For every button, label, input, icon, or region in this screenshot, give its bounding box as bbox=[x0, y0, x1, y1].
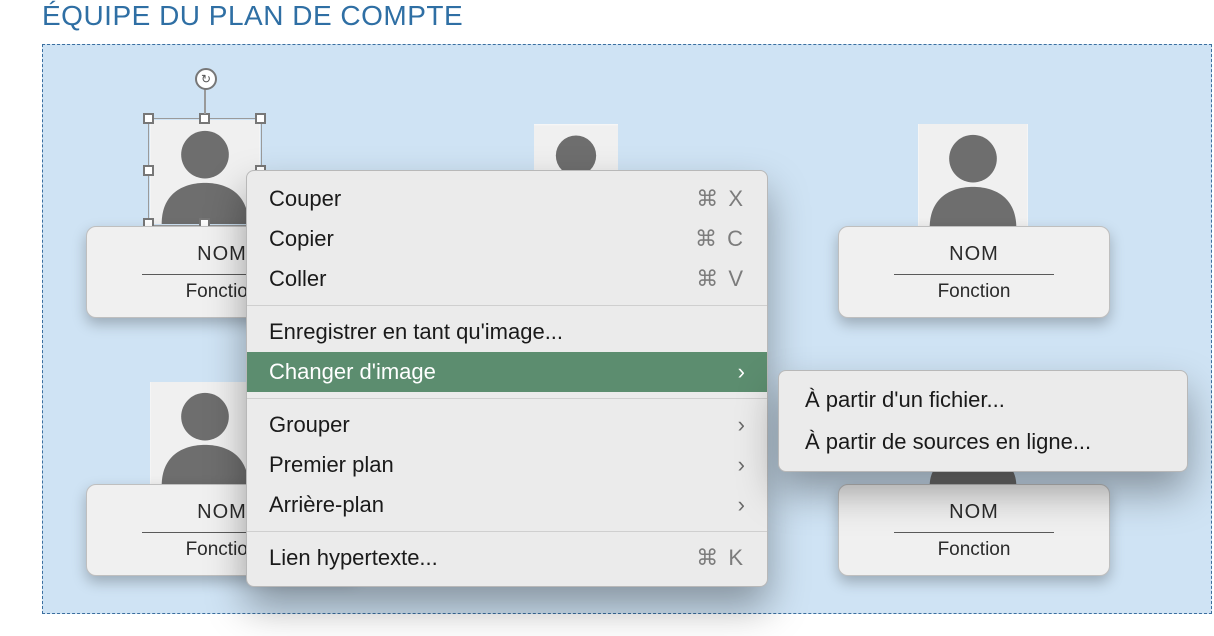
card-name: NOM bbox=[839, 243, 1109, 266]
menu-item-hyperlink[interactable]: Lien hypertexte... ⌘ K bbox=[247, 538, 767, 578]
card-name: NOM bbox=[839, 501, 1109, 524]
avatar-placeholder[interactable] bbox=[918, 124, 1028, 228]
submenu-item-from-file[interactable]: À partir d'un fichier... bbox=[779, 379, 1187, 421]
menu-shortcut: ⌘ K bbox=[696, 545, 745, 571]
menu-shortcut: ⌘ V bbox=[696, 266, 745, 292]
avatar-placeholder[interactable] bbox=[150, 382, 260, 486]
menu-item-save-as-image[interactable]: Enregistrer en tant qu'image... bbox=[247, 312, 767, 352]
person-card[interactable]: NOM Fonction bbox=[838, 226, 1110, 318]
menu-label: Lien hypertexte... bbox=[269, 545, 438, 571]
menu-label: Arrière-plan bbox=[269, 492, 384, 518]
person-icon bbox=[150, 382, 260, 486]
menu-label: Couper bbox=[269, 186, 341, 212]
menu-item-bring-front[interactable]: Premier plan › bbox=[247, 445, 767, 485]
menu-item-send-back[interactable]: Arrière-plan › bbox=[247, 485, 767, 525]
menu-label: Enregistrer en tant qu'image... bbox=[269, 319, 563, 345]
menu-item-cut[interactable]: Couper ⌘ X bbox=[247, 179, 767, 219]
menu-label: Changer d'image bbox=[269, 359, 436, 385]
context-submenu-change-image: À partir d'un fichier... À partir de sou… bbox=[778, 370, 1188, 472]
menu-item-change-image[interactable]: Changer d'image › bbox=[247, 352, 767, 392]
chevron-right-icon: › bbox=[738, 452, 745, 478]
menu-item-group[interactable]: Grouper › bbox=[247, 405, 767, 445]
card-role: Fonction bbox=[839, 281, 1109, 303]
person-icon bbox=[918, 124, 1028, 228]
menu-label: Grouper bbox=[269, 412, 350, 438]
menu-item-paste[interactable]: Coller ⌘ V bbox=[247, 259, 767, 299]
menu-shortcut: ⌘ C bbox=[695, 226, 745, 252]
chevron-right-icon: › bbox=[738, 359, 745, 385]
menu-label: À partir de sources en ligne... bbox=[805, 429, 1091, 455]
person-card[interactable]: NOM Fonction bbox=[838, 484, 1110, 576]
submenu-item-from-online[interactable]: À partir de sources en ligne... bbox=[779, 421, 1187, 463]
rotate-handle[interactable]: ↻ bbox=[195, 68, 217, 90]
selected-image-wrapper[interactable]: ↻ bbox=[150, 114, 260, 224]
context-menu: Couper ⌘ X Copier ⌘ C Coller ⌘ V Enregis… bbox=[246, 170, 768, 587]
menu-label: Coller bbox=[269, 266, 326, 292]
chevron-right-icon: › bbox=[738, 492, 745, 518]
menu-label: À partir d'un fichier... bbox=[805, 387, 1005, 413]
section-title: ÉQUIPE DU PLAN DE COMPTE bbox=[42, 0, 463, 32]
menu-shortcut: ⌘ X bbox=[696, 186, 745, 212]
card-role: Fonction bbox=[839, 539, 1109, 561]
menu-label: Premier plan bbox=[269, 452, 394, 478]
chevron-right-icon: › bbox=[738, 412, 745, 438]
menu-label: Copier bbox=[269, 226, 334, 252]
menu-item-copy[interactable]: Copier ⌘ C bbox=[247, 219, 767, 259]
